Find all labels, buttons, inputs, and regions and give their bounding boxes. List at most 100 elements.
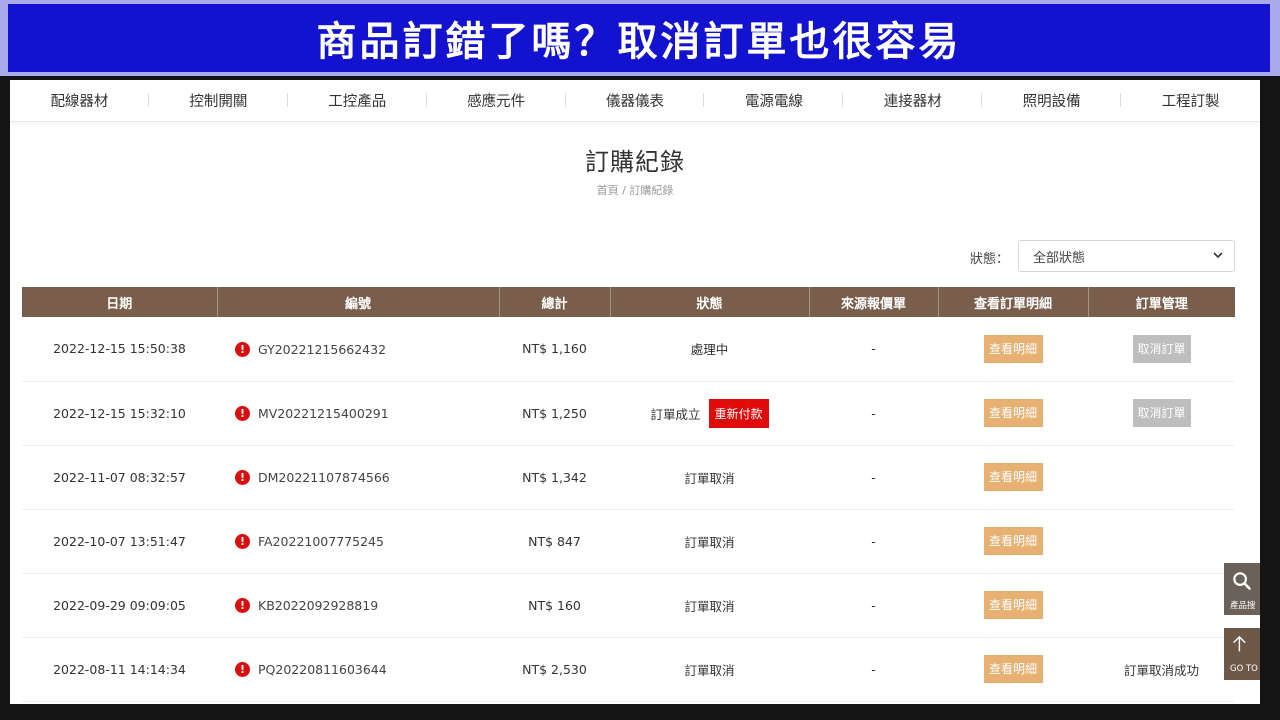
order-status-cell: 訂單取消 bbox=[610, 637, 809, 702]
breadcrumb-home[interactable]: 首頁 bbox=[597, 184, 619, 197]
order-total: NT$ 2,530 bbox=[499, 637, 610, 702]
alert-circle-icon: ! bbox=[235, 662, 250, 677]
order-id: KB2022092928819 bbox=[258, 598, 379, 613]
table-row: 2022-12-15 15:50:38! GY20221215662432 NT$ … bbox=[22, 317, 1235, 382]
order-total: NT$ 847 bbox=[499, 509, 610, 574]
detail-cell: 查看明細 bbox=[938, 573, 1088, 638]
alert-circle-icon: ! bbox=[235, 470, 250, 485]
order-id: PQ20220811603644 bbox=[258, 662, 387, 677]
cancel-success-text: 訂單取消成功 bbox=[1123, 662, 1199, 678]
order-id-cell: ! MV20221215400291 bbox=[217, 381, 499, 446]
table-row: 2022-10-07 13:51:47! FA20221007775245 NT$ … bbox=[22, 509, 1235, 574]
arrow-up-icon bbox=[1233, 635, 1246, 652]
detail-cell: 查看明細 bbox=[938, 381, 1088, 446]
source-quote: - bbox=[809, 317, 938, 382]
order-date: 2022-12-15 15:32:10 bbox=[22, 381, 217, 446]
nav-item-industrial[interactable]: 工控產品 bbox=[288, 90, 427, 111]
page-title: 訂購紀錄 bbox=[585, 148, 685, 176]
go-to-top-label: GO TO bbox=[1230, 664, 1258, 674]
order-status-cell: 訂單取消 bbox=[610, 573, 809, 638]
header-source-quote: 來源報價單 bbox=[809, 287, 939, 317]
nav-item-connectors[interactable]: 連接器材 bbox=[843, 90, 983, 111]
order-status-cell: 訂單取消 bbox=[610, 445, 809, 510]
order-id-cell: ! PQ20220811603644 bbox=[217, 637, 499, 702]
table-row: 2022-08-11 14:14:34! PQ20220811603644 NT$ … bbox=[22, 637, 1235, 702]
manage-cell bbox=[1088, 445, 1235, 510]
manage-cell: 訂單取消成功 bbox=[1088, 637, 1235, 702]
detail-cell: 查看明細 bbox=[938, 637, 1088, 702]
detail-cell: 查看明細 bbox=[938, 509, 1088, 574]
go-to-top-button[interactable]: GO TO bbox=[1224, 628, 1260, 680]
order-status: 訂單取消 bbox=[684, 598, 735, 614]
view-detail-button[interactable]: 查看明細 bbox=[983, 591, 1043, 619]
order-id-cell: ! GY20221215662432 bbox=[217, 317, 499, 382]
order-total: NT$ 160 bbox=[499, 573, 610, 638]
nav-item-custom[interactable]: 工程訂製 bbox=[1121, 90, 1260, 111]
order-date: 2022-08-11 14:14:34 bbox=[22, 637, 217, 702]
nav-item-lighting[interactable]: 照明設備 bbox=[982, 90, 1122, 111]
order-date: 2022-11-07 08:32:57 bbox=[22, 445, 217, 510]
view-detail-button[interactable]: 查看明細 bbox=[983, 399, 1043, 427]
order-date: 2022-09-29 09:09:05 bbox=[22, 573, 217, 638]
floating-search-label: 產品搜 bbox=[1230, 601, 1256, 611]
caption-banner: 商品訂錯了嗎？取消訂單也很容易 bbox=[0, 0, 1280, 76]
source-quote: - bbox=[809, 381, 938, 446]
header-total: 總計 bbox=[499, 287, 611, 317]
header-date: 日期 bbox=[22, 287, 218, 317]
order-status-cell: 訂單成立 重新付款 bbox=[610, 381, 809, 446]
order-id-cell: ! KB2022092928819 bbox=[217, 573, 499, 638]
nav-item-switches[interactable]: 控制開關 bbox=[149, 90, 288, 111]
order-id: FA20221007775245 bbox=[258, 534, 384, 549]
alert-circle-icon: ! bbox=[235, 534, 250, 549]
alert-circle-icon: ! bbox=[235, 406, 250, 421]
order-total: NT$ 1,250 bbox=[499, 381, 610, 446]
order-status-cell: 訂單取消 bbox=[610, 509, 809, 574]
status-filter-select[interactable]: 全部狀態 bbox=[1018, 240, 1235, 272]
order-date: 2022-12-15 15:50:38 bbox=[22, 317, 217, 382]
manage-cell bbox=[1088, 509, 1235, 574]
table-row: 2022-09-29 09:09:05! KB2022092928819 NT$ 1… bbox=[22, 573, 1235, 638]
view-detail-button[interactable]: 查看明細 bbox=[983, 463, 1043, 491]
header-manage: 訂單管理 bbox=[1088, 287, 1235, 317]
source-quote: - bbox=[809, 509, 938, 574]
breadcrumb-separator: / bbox=[622, 184, 626, 197]
nav-item-sensors[interactable]: 感應元件 bbox=[427, 90, 566, 111]
source-quote: - bbox=[809, 637, 938, 702]
repay-button[interactable]: 重新付款 bbox=[708, 398, 769, 428]
order-status: 處理中 bbox=[690, 342, 729, 358]
search-icon bbox=[1233, 572, 1251, 590]
table-row: 2022-12-15 15:32:10! MV20221215400291 NT$ … bbox=[22, 381, 1235, 446]
status-filter-value: 全部狀態 bbox=[1033, 250, 1086, 266]
table-row: 2022-11-07 08:32:57! DM20221107874566 NT$ … bbox=[22, 445, 1235, 510]
caption-title: 商品訂錯了嗎？取消訂單也很容易 bbox=[316, 19, 962, 65]
breadcrumb-current: 訂購紀錄 bbox=[629, 184, 674, 197]
status-filter-label: 狀態： bbox=[970, 252, 1010, 267]
order-status-cell: 處理中 bbox=[610, 317, 809, 382]
nav-item-power-cables[interactable]: 電源電線 bbox=[704, 90, 844, 111]
source-quote: - bbox=[809, 445, 938, 510]
view-detail-button[interactable]: 查看明細 bbox=[983, 527, 1043, 555]
order-status: 訂單取消 bbox=[684, 662, 735, 678]
view-detail-button[interactable]: 查看明細 bbox=[983, 655, 1043, 683]
nav-item-instruments[interactable]: 儀器儀表 bbox=[566, 90, 705, 111]
order-status: 訂單取消 bbox=[684, 534, 735, 550]
order-id: MV20221215400291 bbox=[258, 406, 389, 421]
caption-banner-inner: 商品訂錯了嗎？取消訂單也很容易 bbox=[8, 4, 1270, 72]
manage-cell: 取消訂單 bbox=[1088, 317, 1235, 382]
cancel-order-button[interactable]: 取消訂單 bbox=[1132, 334, 1191, 363]
order-id-cell: ! FA20221007775245 bbox=[217, 509, 499, 574]
order-status: 訂單取消 bbox=[684, 470, 735, 486]
orders-table: 日期 編號 總計 狀態 來源報價單 查看訂單明細 訂單管理 2022-12-15… bbox=[22, 287, 1235, 702]
detail-cell: 查看明細 bbox=[938, 445, 1088, 510]
view-detail-button[interactable]: 查看明細 bbox=[983, 334, 1043, 363]
order-status: 訂單成立 bbox=[650, 406, 701, 422]
cancel-order-button[interactable]: 取消訂單 bbox=[1132, 399, 1191, 427]
nav-item-wiring[interactable]: 配線器材 bbox=[10, 90, 149, 111]
floating-search-button[interactable]: 產品搜 bbox=[1224, 563, 1260, 615]
order-total: NT$ 1,342 bbox=[499, 445, 610, 510]
order-id: GY20221215662432 bbox=[258, 341, 387, 357]
main-nav: 配線器材 控制開關 工控產品 感應元件 儀器儀表 電源電線 連接器材 照明設備 … bbox=[10, 80, 1260, 122]
header-status: 狀態 bbox=[610, 287, 810, 317]
chevron-down-icon bbox=[1213, 252, 1223, 259]
alert-circle-icon: ! bbox=[235, 598, 250, 613]
